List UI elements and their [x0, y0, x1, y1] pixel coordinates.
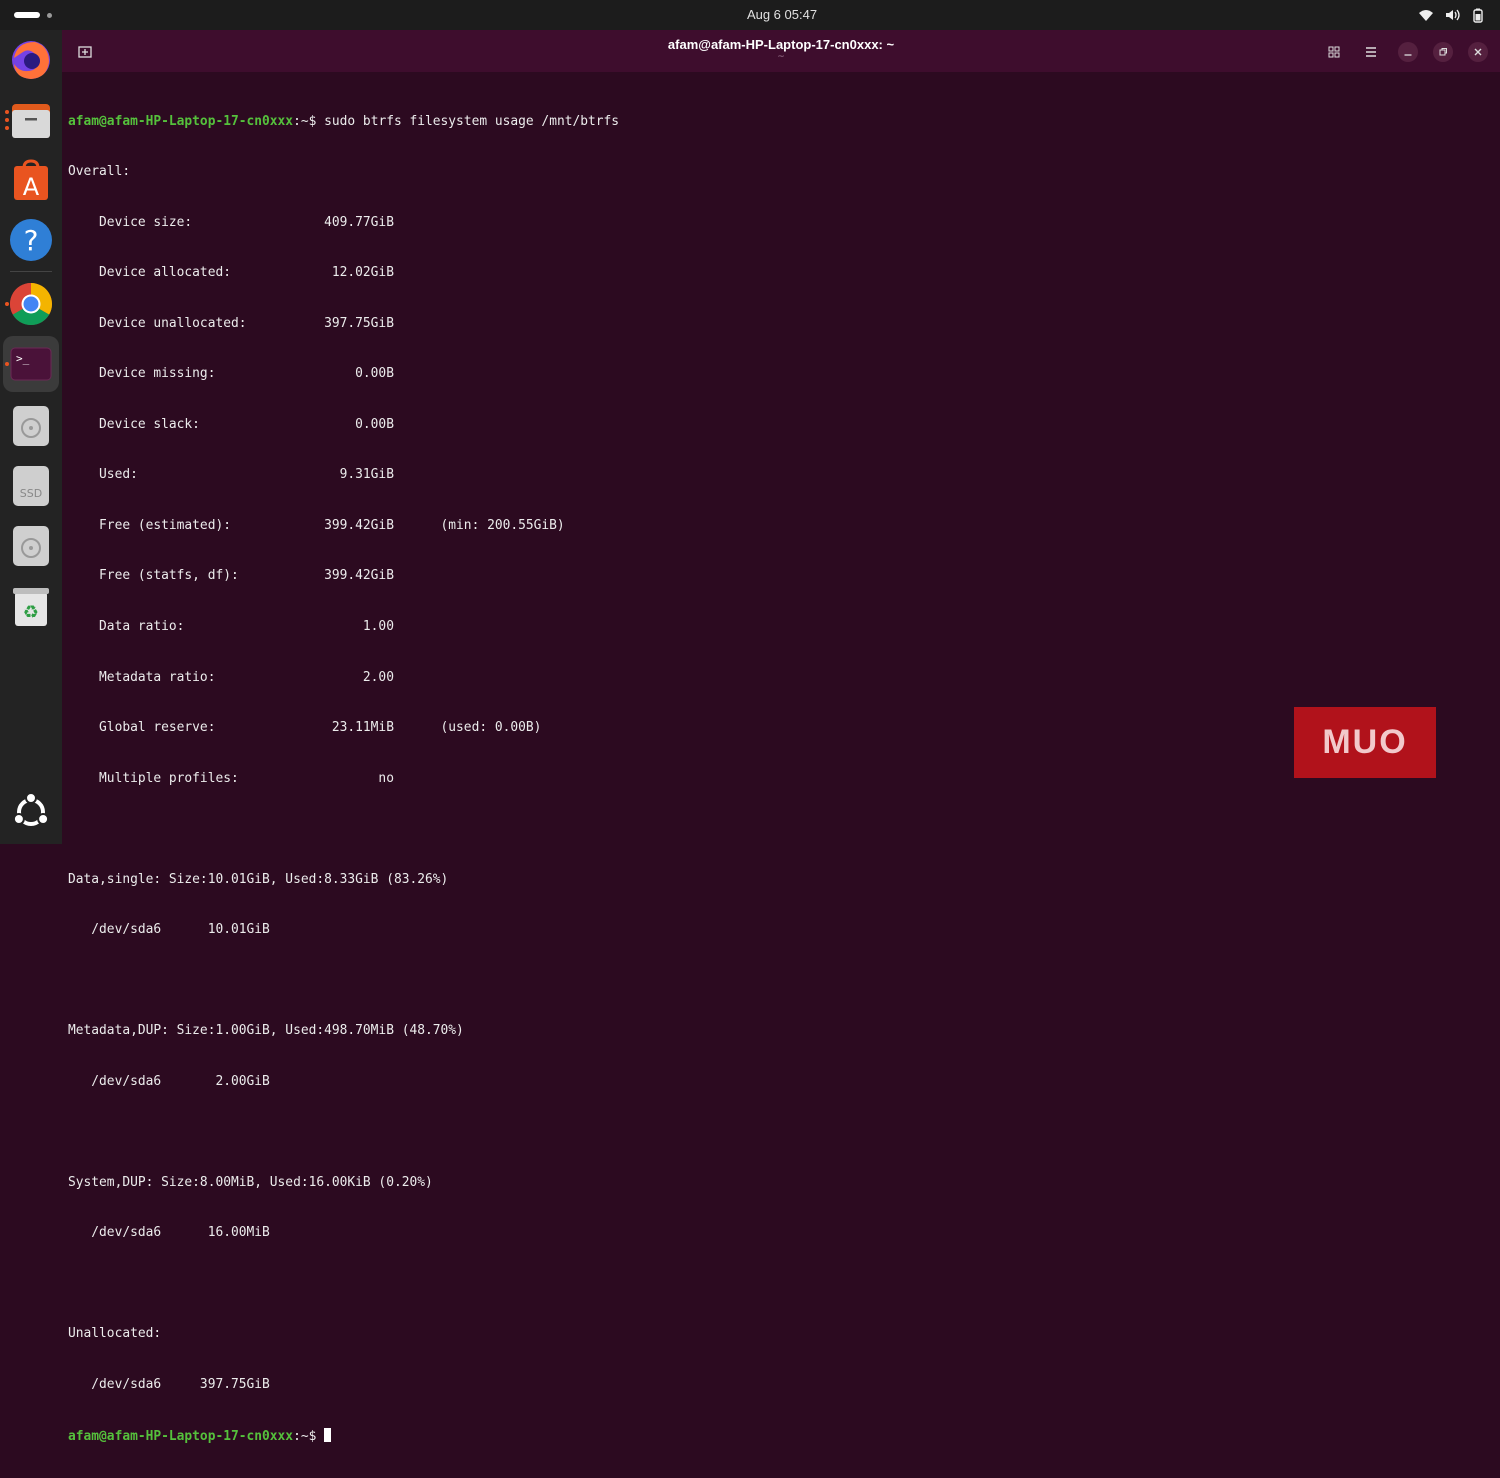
- output-line: Data,single: Size:10.01GiB, Used:8.33GiB…: [68, 871, 449, 887]
- top-bar: Aug 6 05:47: [0, 0, 1500, 30]
- watermark-text: MUO: [1322, 723, 1408, 761]
- svg-text:A: A: [23, 173, 40, 201]
- files-icon: [12, 104, 50, 138]
- dock-chrome[interactable]: [3, 276, 59, 332]
- window-subtitle: ~: [777, 52, 785, 62]
- svg-text:>_: >_: [16, 352, 30, 365]
- output-line: Device allocated: 12.02GiB: [68, 265, 394, 281]
- dock-terminal[interactable]: >_: [3, 336, 59, 392]
- volume-icon[interactable]: [1444, 7, 1460, 23]
- command-line: afam@afam-HP-Laptop-17-cn0xxx:~$ sudo bt…: [68, 114, 619, 131]
- output-line: System,DUP: Size:8.00MiB, Used:16.00KiB …: [68, 1174, 433, 1190]
- menu-button[interactable]: [1361, 42, 1381, 62]
- dock: A ? >_ SSD ♻: [0, 30, 62, 844]
- command-text: sudo btrfs filesystem usage /mnt/btrfs: [324, 113, 620, 129]
- svg-text:♻: ♻: [23, 602, 39, 623]
- muo-watermark-logo: MUO: [1294, 707, 1436, 778]
- disk-icon: [13, 526, 49, 566]
- output-line: /dev/sda6 16.00MiB: [68, 1225, 270, 1241]
- output-line: Overall:: [68, 164, 131, 180]
- wifi-icon[interactable]: [1418, 7, 1434, 23]
- restore-icon: [1439, 48, 1447, 56]
- output-line: Unallocated:: [68, 1326, 162, 1342]
- active-prompt-line[interactable]: afam@afam-HP-Laptop-17-cn0xxx:~$: [68, 1427, 619, 1445]
- output-line: Free (statfs, df): 399.42GiB: [68, 568, 394, 584]
- minimize-button[interactable]: [1398, 42, 1418, 62]
- chrome-icon: [9, 283, 53, 326]
- output-line: Global reserve: 23.11MiB (used: 0.00B): [68, 720, 542, 736]
- dock-help[interactable]: ?: [3, 212, 59, 268]
- show-apps-icon: [12, 792, 50, 826]
- dock-app-center[interactable]: A: [3, 152, 59, 208]
- output-line: Used: 9.31GiB: [68, 467, 394, 483]
- terminal-window: afam@afam-HP-Laptop-17-cn0xxx: ~ ~ afam@…: [62, 30, 1500, 1444]
- prompt-suffix: :~$: [293, 113, 325, 129]
- dock-firefox[interactable]: [3, 32, 59, 88]
- dock-disk-2[interactable]: [3, 518, 59, 574]
- output-line: Free (estimated): 399.42GiB (min: 200.55…: [68, 517, 565, 533]
- prompt-user-host: afam@afam-HP-Laptop-17-cn0xxx: [68, 1428, 294, 1444]
- output-line: Metadata,DUP: Size:1.00GiB, Used:498.70M…: [68, 1023, 464, 1039]
- prompt-suffix: :~$: [293, 1428, 325, 1444]
- svg-text:SSD: SSD: [20, 487, 42, 500]
- terminal-output[interactable]: afam@afam-HP-Laptop-17-cn0xxx:~$ sudo bt…: [68, 80, 619, 1478]
- output-line: /dev/sda6 397.75GiB: [68, 1376, 270, 1392]
- close-icon: [1474, 48, 1482, 56]
- output-line: /dev/sda6 10.01GiB: [68, 922, 270, 938]
- output-line: Device missing: 0.00B: [68, 366, 394, 382]
- dock-show-apps[interactable]: [3, 784, 59, 840]
- trash-icon: ♻: [13, 588, 49, 626]
- hamburger-menu-icon: [1366, 47, 1376, 57]
- firefox-icon: [12, 41, 50, 79]
- output-line: Data ratio: 1.00: [68, 619, 394, 634]
- dock-trash[interactable]: ♻: [3, 578, 59, 634]
- prompt-user-host: afam@afam-HP-Laptop-17-cn0xxx: [68, 113, 294, 129]
- output-line: Device slack: 0.00B: [68, 416, 394, 432]
- dock-ssd[interactable]: SSD: [3, 458, 59, 514]
- output-line: /dev/sda6 2.00GiB: [68, 1073, 270, 1089]
- maximize-button[interactable]: [1433, 42, 1453, 62]
- output-line: Device unallocated: 397.75GiB: [68, 315, 394, 331]
- close-button[interactable]: [1468, 42, 1488, 62]
- grid-icon: [1328, 46, 1340, 58]
- disk-icon: [13, 406, 49, 446]
- minimize-icon: [1404, 54, 1412, 56]
- text-cursor: [324, 1427, 332, 1442]
- window-title: afam@afam-HP-Laptop-17-cn0xxx: ~: [667, 37, 895, 52]
- help-icon: ?: [10, 219, 52, 261]
- title-bar[interactable]: afam@afam-HP-Laptop-17-cn0xxx: ~ ~: [62, 30, 1500, 72]
- clock[interactable]: Aug 6 05:47: [0, 7, 1500, 22]
- view-tabs-button[interactable]: [1324, 42, 1344, 62]
- output-line: Device size: 409.77GiB: [68, 214, 394, 230]
- dock-files[interactable]: [3, 92, 59, 148]
- ssd-icon: SSD: [13, 466, 49, 506]
- system-tray[interactable]: [1418, 7, 1486, 23]
- terminal-icon: >_: [10, 347, 52, 381]
- output-line: Multiple profiles: no: [68, 770, 394, 786]
- output-line: Metadata ratio: 2.00: [68, 669, 394, 685]
- battery-icon[interactable]: [1470, 7, 1486, 23]
- svg-text:?: ?: [24, 224, 39, 257]
- app-center-icon: A: [14, 159, 48, 201]
- dock-disk-1[interactable]: [3, 398, 59, 454]
